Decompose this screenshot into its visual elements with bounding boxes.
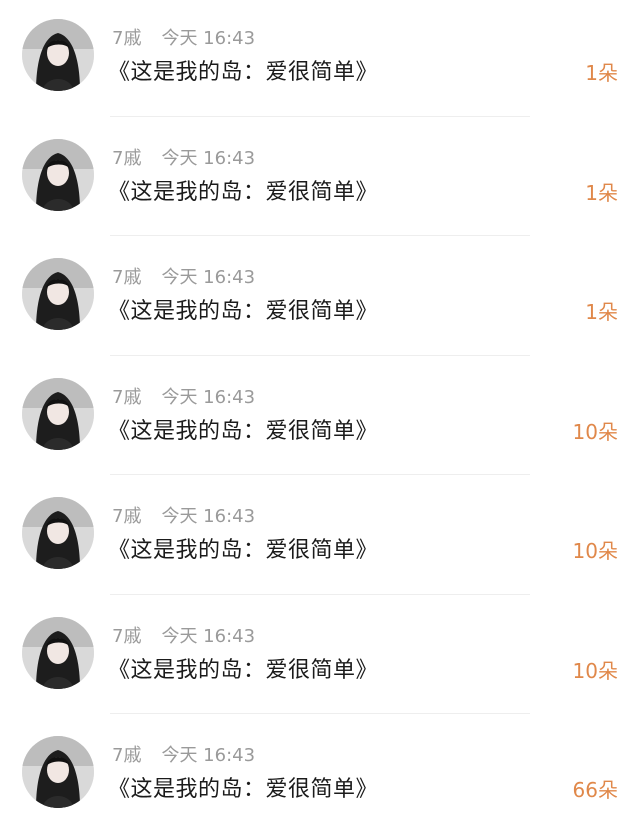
list-item[interactable]: 7戚 今天 16:43 《这是我的岛：爱很简单》 1朵 [0,239,640,359]
send-time: 今天 16:43 [161,386,256,408]
gift-message: 《这是我的岛：爱很简单》 [108,179,379,205]
divider [110,713,530,714]
sender-meta: 7戚 今天 16:43 [112,625,255,649]
divider [110,474,530,475]
divider [110,235,530,236]
avatar[interactable] [22,497,94,569]
avatar[interactable] [22,19,94,91]
sender-meta: 7戚 今天 16:43 [112,147,255,171]
sender-meta: 7戚 今天 16:43 [112,266,255,290]
send-time: 今天 16:43 [161,267,256,288]
avatar[interactable] [22,138,94,211]
sender-nickname[interactable]: 7戚 [112,387,141,408]
user-avatar-icon [22,497,94,569]
flower-count: 1朵 [585,180,618,205]
list-item[interactable]: 7戚 今天 16:43 《这是我的岛：爱很简单》 1朵 [0,120,640,240]
send-time: 今天 16:43 [161,506,256,527]
list-item[interactable]: 7戚 今天 16:43 《这是我的岛：爱很简单》 66朵 [0,717,640,828]
flower-count: 10朵 [572,419,618,444]
avatar[interactable] [22,736,94,808]
flower-count: 66朵 [572,778,618,802]
user-avatar-icon [22,138,94,211]
send-time: 今天 16:43 [161,745,256,766]
sender-meta: 7戚 今天 16:43 [112,386,255,410]
sender-meta: 7戚 今天 16:43 [112,27,255,51]
gift-record-list: 7戚 今天 16:43 《这是我的岛：爱很简单》 1朵 7戚 今天 16:43 《这… [0,0,640,828]
divider [110,115,530,117]
send-time: 今天 16:43 [161,28,256,49]
sender-nickname[interactable]: 7戚 [112,267,141,288]
sender-nickname[interactable]: 7戚 [112,148,141,169]
gift-message: 《这是我的岛：爱很简单》 [108,418,379,444]
gift-message: 《这是我的岛：爱很简单》 [108,538,379,563]
send-time: 今天 16:43 [161,147,256,169]
sender-meta: 7戚 今天 16:43 [112,505,255,529]
list-item[interactable]: 7戚 今天 16:43 《这是我的岛：爱很简单》 10朵 [0,598,640,718]
user-avatar-icon [22,736,94,808]
gift-message: 《这是我的岛：爱很简单》 [108,299,379,324]
send-time: 今天 16:43 [161,625,256,647]
sender-nickname[interactable]: 7戚 [112,28,141,49]
user-avatar-icon [22,616,94,689]
gift-message: 《这是我的岛：爱很简单》 [108,777,379,802]
sender-meta: 7戚 今天 16:43 [112,744,255,768]
flower-count: 1朵 [585,61,618,85]
user-avatar-icon [22,258,94,330]
user-avatar-icon [22,19,94,91]
sender-nickname[interactable]: 7戚 [112,506,141,527]
avatar[interactable] [22,377,94,450]
flower-count: 1朵 [585,300,618,324]
sender-nickname[interactable]: 7戚 [112,626,141,647]
list-item[interactable]: 7戚 今天 16:43 《这是我的岛：爱很简单》 10朵 [0,478,640,598]
avatar[interactable] [22,616,94,689]
sender-nickname[interactable]: 7戚 [112,745,141,766]
flower-count: 10朵 [572,539,618,563]
avatar[interactable] [22,258,94,330]
user-avatar-icon [22,377,94,450]
flower-count: 10朵 [572,658,618,683]
gift-message: 《这是我的岛：爱很简单》 [108,60,379,85]
list-item[interactable]: 7戚 今天 16:43 《这是我的岛：爱很简单》 1朵 [0,0,640,120]
divider [110,354,530,356]
gift-message: 《这是我的岛：爱很简单》 [108,657,379,683]
divider [110,593,530,595]
list-item[interactable]: 7戚 今天 16:43 《这是我的岛：爱很简单》 10朵 [0,359,640,479]
